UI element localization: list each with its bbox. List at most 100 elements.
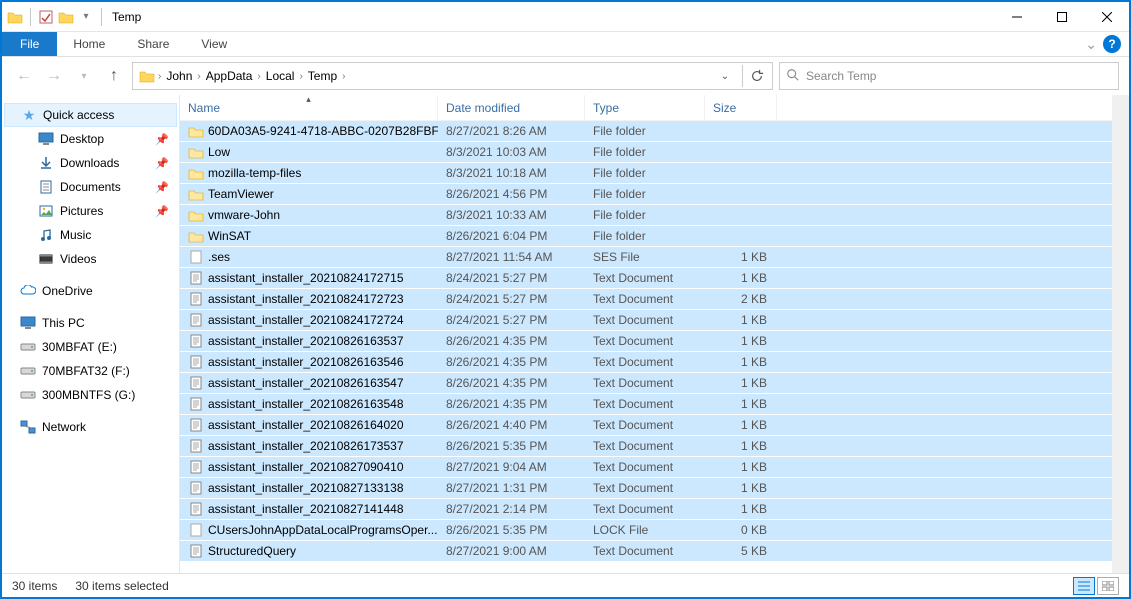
table-row[interactable]: 60DA03A5-9241-4718-ABBC-0207B28FBF568/27…	[180, 121, 1112, 142]
window-title: Temp	[112, 10, 141, 24]
table-row[interactable]: assistant_installer_202108261635378/26/2…	[180, 331, 1112, 352]
table-row[interactable]: assistant_installer_20210826173537 8/26/2…	[180, 436, 1112, 457]
sidebar-item-pictures[interactable]: Pictures📌	[2, 199, 179, 223]
pin-icon: 📌	[155, 181, 169, 194]
sidebar-quick-access[interactable]: ★ Quick access	[4, 103, 177, 127]
expand-ribbon-icon[interactable]: ⌄	[1085, 36, 1097, 53]
table-row[interactable]: assistant_installer_202108241727248/24/2…	[180, 310, 1112, 331]
sidebar-onedrive[interactable]: OneDrive	[2, 279, 179, 303]
file-name: CUsersJohnAppDataLocalProgramsOper...	[208, 523, 437, 537]
sidebar-item-music[interactable]: Music	[2, 223, 179, 247]
column-type[interactable]: Type	[585, 95, 705, 120]
search-input[interactable]: Search Temp	[779, 62, 1119, 90]
column-date[interactable]: Date modified	[438, 95, 585, 120]
table-row[interactable]: mozilla-temp-files8/3/2021 10:18 AMFile …	[180, 163, 1112, 184]
file-icon	[188, 438, 204, 454]
sidebar-item-desktop[interactable]: Desktop📌	[2, 127, 179, 151]
file-name: StructuredQuery	[208, 544, 296, 558]
sidebar-this-pc[interactable]: This PC	[2, 311, 179, 335]
crumb-local[interactable]: Local	[262, 69, 299, 83]
crumb-john[interactable]: John	[162, 69, 196, 83]
table-row[interactable]: assistant_installer_202108261635468/26/2…	[180, 352, 1112, 373]
sort-asc-icon: ▴	[306, 95, 311, 105]
ribbon: File Home Share View ⌄ ?	[2, 32, 1129, 57]
table-row[interactable]: assistant_installer_202108271414488/27/2…	[180, 499, 1112, 520]
maximize-button[interactable]	[1039, 2, 1084, 32]
close-button[interactable]	[1084, 2, 1129, 32]
table-row[interactable]: assistant_installer_202108261635488/26/2…	[180, 394, 1112, 415]
file-date: 8/26/2021 4:35 PM	[438, 355, 585, 369]
qat-properties-icon[interactable]	[37, 8, 55, 26]
table-row[interactable]: Low8/3/2021 10:03 AMFile folder	[180, 142, 1112, 163]
file-date: 8/27/2021 8:26 AM	[438, 124, 585, 138]
table-row[interactable]: .ses8/27/2021 11:54 AMSES File1 KB	[180, 247, 1112, 268]
file-date: 8/26/2021 6:04 PM	[438, 229, 585, 243]
table-row[interactable]: assistant_installer_202108241727158/24/2…	[180, 268, 1112, 289]
column-name[interactable]: Name▴	[180, 95, 438, 120]
file-date: 8/26/2021 4:40 PM	[438, 418, 585, 432]
tab-view[interactable]: View	[185, 32, 243, 56]
file-type: File folder	[585, 166, 705, 180]
history-dropdown-icon[interactable]: ▾	[72, 64, 96, 88]
sidebar-network[interactable]: Network	[2, 415, 179, 439]
crumb-appdata[interactable]: AppData	[202, 69, 257, 83]
column-size[interactable]: Size	[705, 95, 777, 120]
table-row[interactable]: TeamViewer8/26/2021 4:56 PMFile folder	[180, 184, 1112, 205]
table-row[interactable]: vmware-John8/3/2021 10:33 AMFile folder	[180, 205, 1112, 226]
navbar: ← → ▾ ↑ › John › AppData › Local › Temp …	[2, 57, 1129, 95]
crumb-temp[interactable]: Temp	[304, 69, 341, 83]
sidebar-item-label: 70MBFAT32 (F:)	[42, 364, 130, 378]
table-row[interactable]: assistant_installer_202108261635478/26/2…	[180, 373, 1112, 394]
file-date: 8/27/2021 11:54 AM	[438, 250, 585, 264]
folder-icon	[188, 186, 204, 202]
sidebar-item-documents[interactable]: Documents📌	[2, 175, 179, 199]
file-list[interactable]: 60DA03A5-9241-4718-ABBC-0207B28FBF568/27…	[180, 121, 1112, 573]
file-size: 1 KB	[705, 397, 777, 411]
sidebar-drive[interactable]: 70MBFAT32 (F:)	[2, 359, 179, 383]
file-type: File folder	[585, 145, 705, 159]
file-date: 8/26/2021 5:35 PM	[438, 439, 585, 453]
address-bar[interactable]: › John › AppData › Local › Temp › ⌄	[132, 62, 773, 90]
desktop-icon	[38, 131, 54, 147]
table-row[interactable]: StructuredQuery8/27/2021 9:00 AMText Doc…	[180, 541, 1112, 562]
minimize-button[interactable]	[994, 2, 1039, 32]
sidebar-drive[interactable]: 300MBNTFS (G:)	[2, 383, 179, 407]
qat-newfolder-icon[interactable]	[57, 8, 75, 26]
forward-button[interactable]: →	[42, 64, 66, 88]
drive-icon	[20, 363, 36, 379]
view-details-button[interactable]	[1073, 577, 1095, 595]
chevron-right-icon[interactable]: ›	[341, 71, 346, 82]
file-icon	[188, 375, 204, 391]
tab-share[interactable]: Share	[121, 32, 185, 56]
qat-dropdown-icon[interactable]: ▾	[77, 8, 95, 26]
file-type: SES File	[585, 250, 705, 264]
tab-home[interactable]: Home	[57, 32, 121, 56]
pin-icon: 📌	[155, 157, 169, 170]
view-icons-button[interactable]	[1097, 577, 1119, 595]
back-button[interactable]: ←	[12, 64, 36, 88]
table-row[interactable]: CUsersJohnAppDataLocalProgramsOper...8/2…	[180, 520, 1112, 541]
sidebar-item-videos[interactable]: Videos	[2, 247, 179, 271]
sidebar-drive[interactable]: 30MBFAT (E:)	[2, 335, 179, 359]
table-row[interactable]: WinSAT8/26/2021 6:04 PMFile folder	[180, 226, 1112, 247]
table-row[interactable]: assistant_installer_20210826164020 8/26/2…	[180, 415, 1112, 436]
address-dropdown-icon[interactable]: ⌄	[714, 65, 736, 87]
file-size: 1 KB	[705, 460, 777, 474]
table-row[interactable]: assistant_installer_202108271331388/27/2…	[180, 478, 1112, 499]
titlebar: ▾ Temp	[2, 2, 1129, 32]
file-date: 8/3/2021 10:18 AM	[438, 166, 585, 180]
refresh-button[interactable]	[742, 65, 764, 87]
up-button[interactable]: ↑	[102, 64, 126, 88]
file-menu[interactable]: File	[2, 32, 57, 56]
file-name: assistant_installer_20210826164020	[208, 418, 404, 432]
table-row[interactable]: assistant_installer_202108270904108/27/2…	[180, 457, 1112, 478]
status-selected-count: 30 items selected	[75, 579, 168, 593]
drive-icon	[20, 339, 36, 355]
file-name: Low	[208, 145, 230, 159]
scrollbar[interactable]	[1112, 95, 1129, 573]
help-icon[interactable]: ?	[1103, 35, 1121, 53]
file-name: assistant_installer_20210826173537	[208, 439, 404, 453]
table-row[interactable]: assistant_installer_202108241727238/24/2…	[180, 289, 1112, 310]
sidebar-item-label: Music	[60, 228, 91, 242]
sidebar-item-downloads[interactable]: Downloads📌	[2, 151, 179, 175]
